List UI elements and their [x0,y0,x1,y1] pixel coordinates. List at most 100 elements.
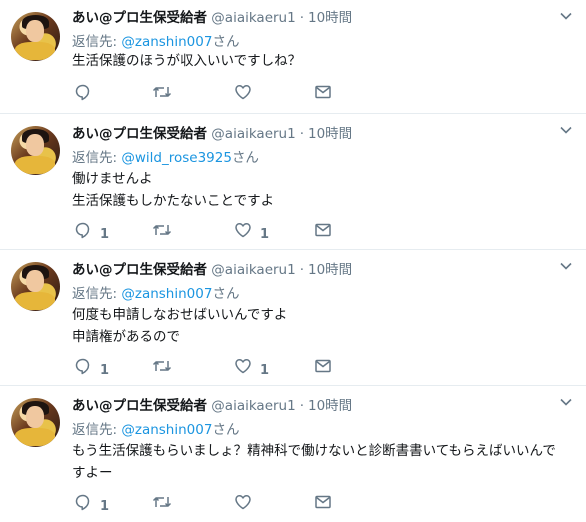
reply-count: 1 [100,498,110,514]
reply-icon [75,84,90,101]
direct-message-button[interactable] [314,490,332,514]
reply-button[interactable]: 1 [74,354,109,378]
chevron-down-icon[interactable] [560,396,572,408]
reply-prefix: 返信先: [72,150,118,166]
chevron-down-icon[interactable] [560,124,572,136]
reply-mention-link[interactable]: @zanshin007 [121,34,212,50]
retweet-icon [152,497,172,507]
reply-suffix: さん [212,34,240,50]
heart-icon [235,495,251,510]
avatar[interactable] [11,262,60,311]
retweet-button[interactable] [152,490,180,514]
avatar[interactable] [11,12,60,61]
tweet-text-line: 生活保護のほうが収入いいですしね？ [72,53,302,69]
separator-dot: · [299,398,304,414]
reply-to-line: 返信先: @wild_rose3925さん [72,146,259,166]
tweet-text-line: すよー [72,465,113,481]
like-count: 1 [260,362,270,378]
tweet-header: あい@プロ生保受給者 @aiaikaeru1 · 10時間 [72,122,352,142]
user-handle[interactable]: @aiaikaeru1 [211,262,295,278]
tweet-actions: 1 [72,490,372,514]
reply-to-line: 返信先: @zanshin007さん [72,418,239,438]
tweet-text-line: 生活保護もしかたないことですよ [72,193,275,209]
tweet-actions: 1 1 [72,354,372,378]
user-handle[interactable]: @aiaikaeru1 [211,126,295,142]
reply-button[interactable]: 1 [74,218,109,242]
tweet-text: 何度も申請しなおせばいいんですよ 申請権があるので [72,304,577,348]
reply-button[interactable]: 1 [74,490,109,514]
tweet-header: あい@プロ生保受給者 @aiaikaeru1 · 10時間 [72,394,352,414]
reply-prefix: 返信先: [72,34,118,50]
retweet-icon [152,225,172,235]
direct-message-button[interactable] [314,218,332,242]
tweet-text: 働けませんよ 生活保護もしかたないことですよ [72,168,577,212]
separator-dot: · [299,126,304,142]
display-name[interactable]: あい@プロ生保受給者 [72,398,207,414]
retweet-button[interactable] [152,80,180,104]
reply-mention-link[interactable]: @wild_rose3925 [121,150,232,166]
timestamp[interactable]: 10時間 [308,398,352,414]
heart-icon [235,359,251,374]
tweet-actions: 1 1 [72,218,372,242]
tweet-text-line: 働けませんよ [72,171,153,187]
tweet[interactable]: あい@プロ生保受給者 @aiaikaeru1 · 10時間 返信先: @wild_r… [0,114,586,250]
reply-suffix: さん [231,150,259,166]
tweet-header: あい@プロ生保受給者 @aiaikaeru1 · 10時間 [72,6,352,26]
tweet-text: もう生活保護もらいましょ？精神科で働けないと診断書書いてもらえばいいんで すよー [72,440,577,484]
tweet[interactable]: あい@プロ生保受給者 @aiaikaeru1 · 10時間 返信先: @zanshi… [0,0,586,114]
reply-to-line: 返信先: @zanshin007さん [72,282,239,302]
like-count: 1 [260,226,270,242]
user-handle[interactable]: @aiaikaeru1 [211,10,295,26]
reply-prefix: 返信先: [72,286,118,302]
reply-icon [75,358,90,375]
direct-message-button[interactable] [314,80,332,104]
envelope-icon [315,359,331,373]
timestamp[interactable]: 10時間 [308,126,352,142]
reply-count: 1 [100,226,110,242]
tweet-text-line: 申請権があるので [72,329,180,345]
avatar[interactable] [11,398,60,447]
separator-dot: · [299,10,304,26]
chevron-down-icon[interactable] [560,10,572,22]
tweet[interactable]: あい@プロ生保受給者 @aiaikaeru1 · 10時間 返信先: @zanshi… [0,386,586,522]
reply-icon [75,494,90,511]
tweet-text: 生活保護のほうが収入いいですしね？ [72,50,577,72]
reply-mention-link[interactable]: @zanshin007 [121,422,212,438]
retweet-icon [152,87,172,97]
tweet-header: あい@プロ生保受給者 @aiaikaeru1 · 10時間 [72,258,352,278]
tweet-text-line: もう生活保護もらいましょ？精神科で働けないと診断書書いてもらえばいいんで [72,443,556,459]
like-button[interactable]: 1 [234,354,269,378]
retweet-button[interactable] [152,354,180,378]
tweet-actions [72,80,372,104]
tweet-timeline: あい@プロ生保受給者 @aiaikaeru1 · 10時間 返信先: @zanshi… [0,0,586,522]
direct-message-button[interactable] [314,354,332,378]
tweet-text-line: 何度も申請しなおせばいいんですよ [72,307,288,323]
retweet-button[interactable] [152,218,180,242]
reply-count: 1 [100,362,110,378]
envelope-icon [315,85,331,99]
timestamp[interactable]: 10時間 [308,10,352,26]
timestamp[interactable]: 10時間 [308,262,352,278]
heart-icon [235,85,251,100]
display-name[interactable]: あい@プロ生保受給者 [72,262,207,278]
like-button[interactable]: 1 [234,218,269,242]
reply-mention-link[interactable]: @zanshin007 [121,286,212,302]
reply-prefix: 返信先: [72,422,118,438]
retweet-icon [152,361,172,371]
display-name[interactable]: あい@プロ生保受給者 [72,10,207,26]
avatar[interactable] [11,126,60,175]
envelope-icon [315,495,331,509]
envelope-icon [315,223,331,237]
reply-button[interactable] [74,80,100,104]
reply-suffix: さん [212,286,240,302]
reply-icon [75,222,90,239]
like-button[interactable] [234,490,260,514]
tweet[interactable]: あい@プロ生保受給者 @aiaikaeru1 · 10時間 返信先: @zanshi… [0,250,586,386]
user-handle[interactable]: @aiaikaeru1 [211,398,295,414]
reply-to-line: 返信先: @zanshin007さん [72,30,239,50]
chevron-down-icon[interactable] [560,260,572,272]
display-name[interactable]: あい@プロ生保受給者 [72,126,207,142]
reply-suffix: さん [212,422,240,438]
like-button[interactable] [234,80,260,104]
separator-dot: · [299,262,304,278]
